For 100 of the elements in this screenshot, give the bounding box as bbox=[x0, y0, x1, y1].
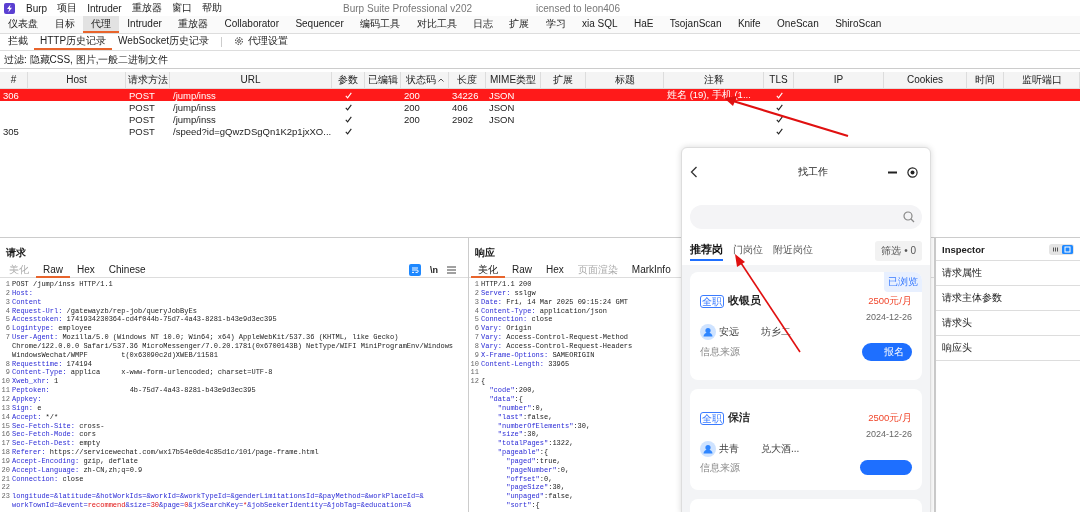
inspector-section[interactable]: 请求头 bbox=[936, 311, 1080, 336]
tab[interactable]: 附近岗位 bbox=[773, 243, 813, 261]
table-cell-text: /speed?id=gQwzDSgQn1K2p1jxXO... bbox=[172, 125, 332, 137]
minimize-icon[interactable] bbox=[888, 170, 897, 174]
tab[interactable]: Raw bbox=[36, 262, 70, 278]
table-cell-text: 406 bbox=[451, 101, 469, 113]
column-header[interactable]: 时间 bbox=[967, 72, 1004, 88]
viewed-badge: 已浏览 bbox=[884, 272, 922, 292]
page-title: 找工作 bbox=[797, 165, 829, 179]
post-date: 2024-12-26 bbox=[865, 429, 912, 439]
table-cell-text: POST bbox=[128, 101, 156, 113]
company-avatar-icon bbox=[700, 324, 716, 340]
menu-item[interactable]: Intruder bbox=[82, 2, 127, 14]
company-name: 安远 bbox=[719, 325, 739, 339]
column-header[interactable]: 请求方法 bbox=[126, 72, 170, 88]
filter-button[interactable]: 筛选 • 0 bbox=[875, 241, 922, 261]
table-cell-text: /jump/inss bbox=[172, 101, 217, 113]
menu-item[interactable]: 项目 bbox=[52, 1, 83, 15]
column-header[interactable]: IP bbox=[794, 72, 884, 88]
inspector-section[interactable]: 响应头 bbox=[936, 336, 1080, 361]
wrap-lines-icon[interactable] bbox=[409, 264, 421, 276]
tab[interactable]: 仪表盘 bbox=[0, 16, 47, 33]
tab[interactable]: Hex bbox=[70, 262, 102, 278]
search-icon bbox=[903, 211, 915, 223]
panel-title: 请求 bbox=[5, 246, 27, 260]
column-header[interactable]: Cookies bbox=[884, 72, 967, 88]
company-name: 兑大酒... bbox=[761, 442, 800, 456]
table-cell-text: /jump/inss bbox=[172, 89, 217, 101]
search-field[interactable] bbox=[690, 205, 922, 229]
tab[interactable]: xia SQL bbox=[573, 16, 626, 33]
column-header[interactable]: 扩展 bbox=[541, 72, 586, 88]
tab[interactable]: 美化 bbox=[471, 262, 505, 278]
tab[interactable]: 门岗位 bbox=[733, 243, 763, 261]
table-cell-text: POST bbox=[128, 113, 156, 125]
column-header[interactable]: 状态码 bbox=[401, 72, 449, 88]
tab[interactable]: 目标 bbox=[46, 16, 83, 33]
column-header[interactable]: 长度 bbox=[449, 72, 486, 88]
column-header[interactable]: 标题 bbox=[586, 72, 664, 88]
filter-bar[interactable]: 过滤: 隐藏CSS, 图片,一般二进制文件 bbox=[4, 52, 169, 67]
tab[interactable]: 推荐岗 bbox=[690, 242, 723, 261]
menu-item[interactable]: 帮助 bbox=[196, 1, 227, 15]
table-cell-text: /jump/inss bbox=[172, 113, 217, 125]
apply-button[interactable]: 报名 bbox=[862, 343, 912, 361]
tab[interactable]: 代理 bbox=[82, 16, 120, 33]
menu-item[interactable]: 窗口 bbox=[166, 1, 197, 15]
job-card[interactable]: 全职 保洁 2500元/月 2024-12-26 共青 兑大酒... 信息来源 bbox=[690, 389, 922, 490]
tab[interactable]: 编码工具 bbox=[351, 16, 409, 33]
tab[interactable]: MarkInfo bbox=[624, 262, 678, 278]
tab[interactable]: Hex bbox=[539, 262, 571, 278]
tab[interactable]: TsojanScan bbox=[661, 16, 730, 33]
column-header[interactable]: 注释 bbox=[664, 72, 764, 88]
table-cell-text: 2902 bbox=[451, 113, 475, 125]
column-header[interactable]: 参数 bbox=[332, 72, 365, 88]
tab[interactable]: Intruder bbox=[119, 16, 170, 33]
window-title: Burp Suite Professional v202 bbox=[343, 2, 473, 14]
inspector-section[interactable]: 请求主体参数 bbox=[936, 286, 1080, 311]
settings-icon bbox=[234, 36, 245, 46]
settings-tab[interactable]: 代理设置 bbox=[228, 34, 295, 50]
tab[interactable]: Collaborator bbox=[216, 16, 288, 33]
tab[interactable]: 日志 bbox=[464, 16, 502, 33]
newline-toggle[interactable]: \n bbox=[430, 265, 438, 275]
table-cell-text: POST bbox=[128, 89, 156, 101]
tab[interactable]: WebSocket历史记录 bbox=[112, 34, 216, 50]
panel-title: 响应 bbox=[474, 246, 496, 260]
column-header[interactable]: # bbox=[0, 72, 28, 88]
menu-item[interactable]: Burp bbox=[21, 2, 53, 14]
panel-title: Inspector bbox=[942, 243, 985, 255]
back-icon[interactable] bbox=[690, 166, 698, 178]
salary: 2500元/月 bbox=[868, 294, 912, 308]
tab[interactable]: HaE bbox=[625, 16, 662, 33]
tab[interactable]: 拦截 bbox=[2, 34, 34, 50]
tab[interactable]: 扩展 bbox=[501, 16, 538, 33]
tab[interactable]: 重放器 bbox=[169, 16, 217, 33]
column-header[interactable]: URL bbox=[170, 72, 332, 88]
tab[interactable]: OneScan bbox=[768, 16, 827, 33]
tab[interactable]: 学习 bbox=[537, 16, 574, 33]
panel-view-icon[interactable] bbox=[1062, 244, 1073, 254]
table-cell-text: JSON bbox=[488, 89, 516, 101]
tab[interactable]: Chinese bbox=[101, 262, 153, 278]
column-header[interactable]: Host bbox=[28, 72, 126, 88]
tab[interactable]: Knife bbox=[729, 16, 769, 33]
menu-item[interactable]: 重放器 bbox=[126, 1, 167, 15]
table-cell-text: 305 bbox=[2, 125, 20, 137]
tab[interactable]: Raw bbox=[505, 262, 539, 278]
apply-button[interactable] bbox=[860, 460, 912, 475]
window-title: icensed to leon406 bbox=[536, 2, 620, 14]
column-header[interactable]: 已编辑 bbox=[365, 72, 401, 88]
table-cell-text: JSON bbox=[488, 101, 516, 113]
column-header[interactable]: 监听端口 bbox=[1004, 72, 1080, 88]
salary: 2500元/月 bbox=[868, 411, 912, 425]
tab[interactable]: Sequencer bbox=[287, 16, 352, 33]
column-header[interactable]: MIME类型 bbox=[486, 72, 541, 88]
tab[interactable]: HTTP历史记录 bbox=[34, 34, 113, 50]
tab[interactable]: ShiroScan bbox=[826, 16, 890, 33]
tab[interactable]: 对比工具 bbox=[408, 16, 465, 33]
menu-icon[interactable] bbox=[447, 266, 456, 274]
inspector-section[interactable]: 请求属性 bbox=[936, 261, 1080, 286]
column-header[interactable]: TLS bbox=[764, 72, 794, 88]
job-type-tag: 全职 bbox=[700, 294, 724, 308]
source-label: 信息来源 bbox=[700, 345, 740, 359]
